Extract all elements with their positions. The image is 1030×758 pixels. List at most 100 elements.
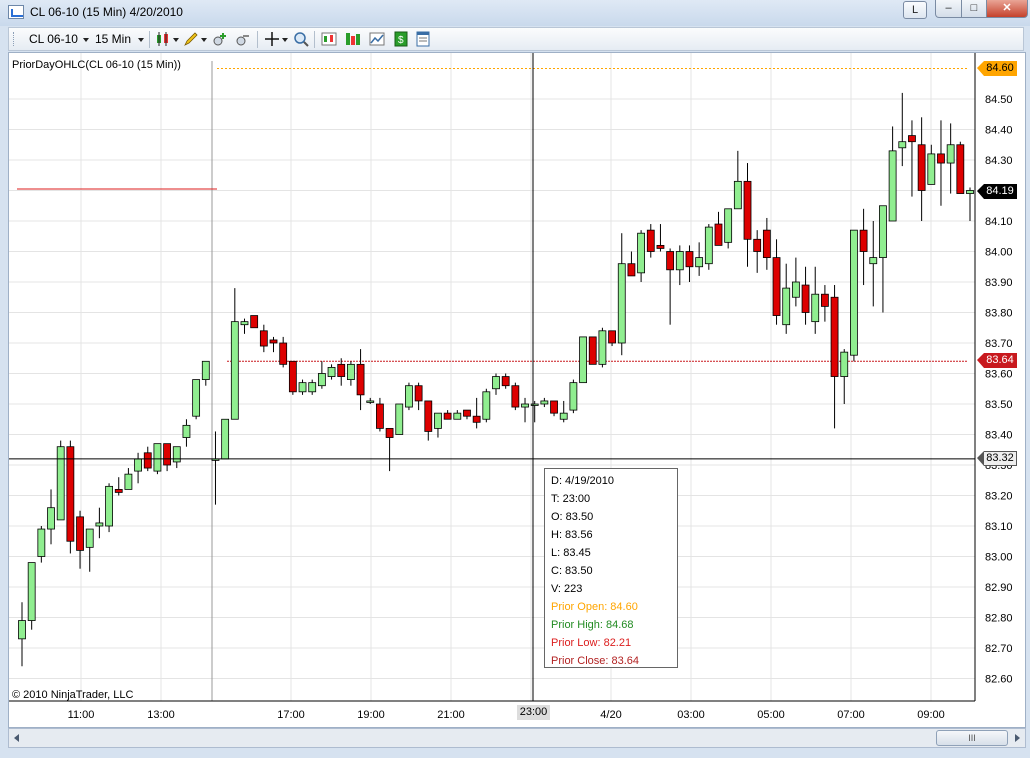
- scroll-right-arrow-icon[interactable]: [1011, 732, 1023, 744]
- crosshair-icon[interactable]: [264, 31, 280, 47]
- candle-up: [811, 293, 820, 323]
- candle-down: [627, 263, 636, 277]
- candle-up: [840, 351, 849, 377]
- price-axis-label: 83.80: [985, 308, 1013, 320]
- time-axis-label: 09:00: [917, 709, 945, 721]
- candle-down: [550, 400, 558, 414]
- candle-up: [192, 379, 201, 417]
- candle-up: [579, 336, 587, 384]
- candle-down: [917, 144, 926, 191]
- candle-down: [956, 144, 965, 194]
- crosshair-lines: [9, 53, 975, 701]
- candle-up: [869, 257, 878, 265]
- prior-open-price-tag: 84.60: [977, 61, 1017, 76]
- close-button[interactable]: ✕: [986, 0, 1028, 18]
- candle-up: [521, 403, 529, 408]
- candle-down: [163, 443, 172, 466]
- price-axis-label: 83.20: [985, 491, 1013, 503]
- data-box-prior-low: Prior Low: 82.21: [551, 637, 632, 649]
- order-icon[interactable]: $: [393, 31, 409, 47]
- candle-up: [327, 366, 336, 377]
- candle-up: [733, 180, 742, 210]
- chart-style-dropdown-icon[interactable]: [173, 38, 179, 42]
- time-axis-label: 21:00: [437, 709, 465, 721]
- draw-dropdown-icon[interactable]: [201, 38, 207, 42]
- zoom-in-icon[interactable]: [212, 31, 228, 47]
- candle-down: [743, 180, 752, 240]
- candle-down: [269, 339, 278, 344]
- toolbar-grip[interactable]: [13, 32, 17, 46]
- candle-down: [908, 135, 916, 143]
- price-axis-label: 83.90: [985, 277, 1013, 289]
- chart-grid: [9, 53, 975, 701]
- strategies-icon[interactable]: [369, 31, 385, 47]
- horizontal-scrollbar[interactable]: III: [8, 728, 1026, 748]
- candle-down: [279, 342, 288, 365]
- candle-up: [230, 321, 239, 420]
- candle-up: [95, 522, 104, 527]
- price-axis-label: 83.60: [985, 369, 1013, 381]
- candle-up: [559, 412, 568, 420]
- candle-up: [56, 446, 65, 521]
- candle-up: [879, 205, 887, 258]
- candlestick-series: [18, 92, 974, 667]
- candle-down: [376, 403, 384, 429]
- candle-down: [859, 229, 868, 252]
- interval-dropdown-icon[interactable]: [138, 38, 144, 42]
- window-title: CL 06-10 (15 Min) 4/20/2010: [30, 5, 183, 19]
- candle-down: [753, 238, 762, 252]
- toolbar-separator: [149, 31, 150, 48]
- data-box: D: 4/19/2010 T: 23:00 O: 83.50 H: 83.56 …: [544, 468, 678, 668]
- data-box-prior-open: Prior Open: 84.60: [551, 601, 638, 613]
- time-axis-label: 03:00: [677, 709, 705, 721]
- interval-selector[interactable]: 15 Min: [95, 32, 131, 46]
- price-chart[interactable]: 84.5084.4084.3084.2084.1084.0083.9083.80…: [9, 53, 1025, 727]
- crosshair-dropdown-icon[interactable]: [282, 38, 288, 42]
- time-axis-label: 05:00: [757, 709, 785, 721]
- candle-up: [966, 190, 974, 194]
- candle-down: [685, 251, 694, 268]
- candle-down: [801, 284, 810, 313]
- instrument-selector[interactable]: CL 06-10: [29, 32, 78, 46]
- candle-up: [346, 363, 355, 381]
- candle-down: [288, 360, 297, 393]
- price-axis-label: 84.40: [985, 125, 1013, 137]
- candle-up: [105, 485, 113, 527]
- indicator-label[interactable]: PriorDayOHLC(CL 06-10 (15 Min)): [12, 59, 181, 71]
- price-axis-label: 82.70: [985, 643, 1013, 655]
- candle-up: [850, 229, 858, 356]
- candle-up: [395, 403, 404, 435]
- candle-up: [569, 382, 578, 411]
- window-titlebar[interactable]: CL 06-10 (15 Min) 4/20/2010 L – □ ✕: [0, 0, 1030, 26]
- price-axis-label: 84.30: [985, 155, 1013, 167]
- candle-up: [695, 257, 704, 268]
- scroll-thumb[interactable]: III: [936, 730, 1008, 746]
- pencil-draw-icon[interactable]: [183, 31, 199, 47]
- instrument-dropdown-icon[interactable]: [83, 38, 89, 42]
- candle-up: [18, 620, 26, 640]
- magnifier-icon[interactable]: [293, 31, 309, 47]
- indicators-icon[interactable]: [345, 31, 361, 47]
- candle-up: [791, 281, 800, 298]
- properties-icon[interactable]: [415, 31, 431, 47]
- data-box-volume: V: 223: [551, 583, 583, 595]
- data-series-icon[interactable]: [321, 31, 337, 47]
- scroll-left-arrow-icon[interactable]: [11, 732, 23, 744]
- candle-up: [888, 150, 897, 222]
- price-axis-label: 83.10: [985, 521, 1013, 533]
- price-axis-label: 83.50: [985, 399, 1013, 411]
- price-axis-label: 83.70: [985, 338, 1013, 350]
- chart-panel[interactable]: 84.5084.4084.3084.2084.1084.0083.9083.80…: [8, 52, 1026, 728]
- candle-down: [608, 330, 616, 344]
- zoom-out-icon[interactable]: [235, 31, 251, 47]
- candlestick-style-icon[interactable]: [155, 31, 171, 47]
- candle-down: [820, 293, 829, 307]
- candle-up: [492, 376, 500, 390]
- copyright-text: © 2010 NinjaTrader, LLC: [12, 689, 134, 701]
- candle-down: [259, 330, 268, 347]
- link-button[interactable]: L: [903, 1, 927, 19]
- maximize-button[interactable]: □: [961, 0, 987, 18]
- candle-up: [308, 382, 317, 393]
- data-box-time: T: 23:00: [551, 493, 591, 505]
- minimize-button[interactable]: –: [935, 0, 962, 18]
